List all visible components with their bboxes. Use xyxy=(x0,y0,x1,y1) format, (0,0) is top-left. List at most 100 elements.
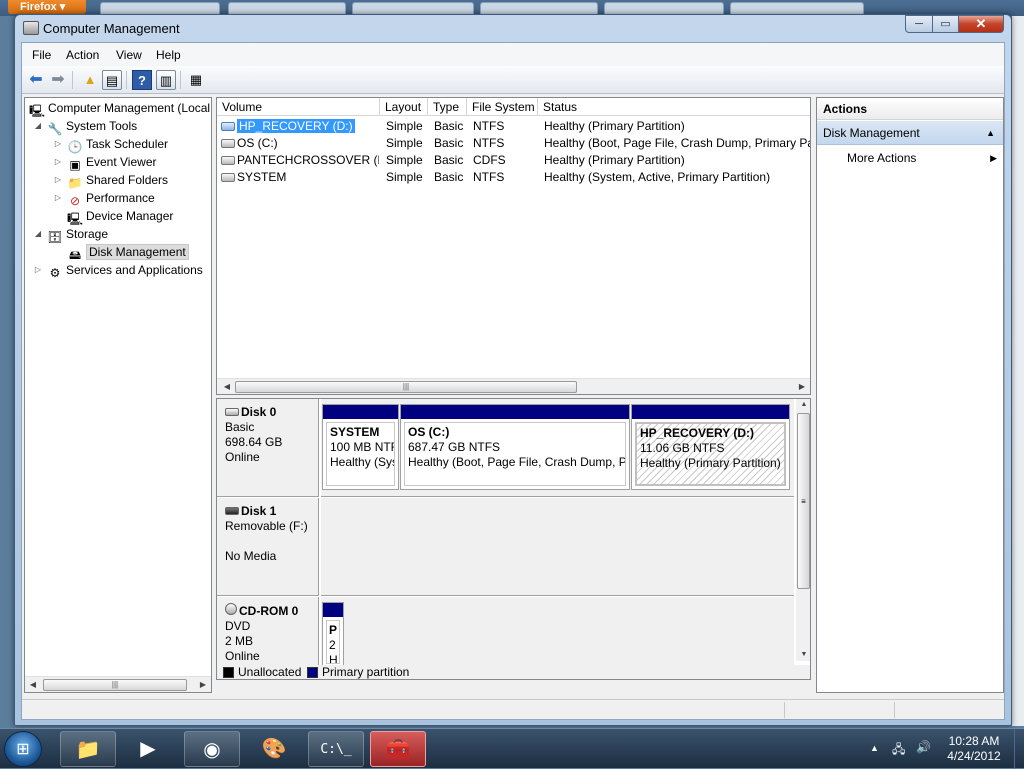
disk-label[interactable]: Disk 0 Basic 698.64 GB Online xyxy=(217,399,319,497)
tree-item-computer-management[interactable]: 🖳 Computer Management (Local xyxy=(29,99,210,118)
status-divider xyxy=(894,702,895,718)
collapse-arrow-icon[interactable]: ◢ xyxy=(33,225,43,243)
expand-arrow-icon[interactable]: ▷ xyxy=(53,153,63,171)
show-hide-action-pane-icon[interactable]: ▥ xyxy=(156,70,176,90)
up-folder-icon[interactable]: ▲ xyxy=(80,70,100,90)
tree-item-performance[interactable]: ⊘ Performance xyxy=(67,189,155,208)
more-actions-item[interactable]: More Actions ▶ xyxy=(847,149,1003,167)
column-header-volume[interactable]: Volume xyxy=(217,98,380,116)
tools-icon: 🔧 xyxy=(47,122,63,136)
disk-row-disk-1[interactable]: Disk 1 Removable (F:) No Media xyxy=(217,498,794,596)
scroll-left-icon[interactable]: ◀ xyxy=(219,379,235,394)
menu-view[interactable]: View xyxy=(116,48,142,62)
tree-item-event-viewer[interactable]: ▣ Event Viewer xyxy=(67,153,157,172)
tree-item-system-tools[interactable]: 🔧 System Tools xyxy=(47,117,138,136)
status-bar xyxy=(22,699,1004,719)
network-icon[interactable]: 🖧 xyxy=(892,740,905,761)
expand-arrow-icon[interactable]: ▷ xyxy=(53,189,63,207)
scrollbar-thumb[interactable]: ||| xyxy=(235,381,577,393)
properties-icon[interactable]: ▦ xyxy=(186,70,206,90)
clock-icon: 🕒 xyxy=(67,140,83,154)
back-arrow-icon[interactable]: ⬅ xyxy=(26,70,46,90)
column-header-type[interactable]: Type xyxy=(428,98,467,116)
scroll-right-icon[interactable]: ▶ xyxy=(195,677,211,693)
media-player-icon[interactable]: ▶ xyxy=(120,731,176,767)
volume-list-horizontal-scrollbar[interactable]: ◀ ||| ▶ xyxy=(217,378,810,394)
tree-item-task-scheduler[interactable]: 🕒 Task Scheduler xyxy=(67,135,169,154)
expand-arrow-icon[interactable]: ▷ xyxy=(33,261,43,279)
disk-label[interactable]: CD-ROM 0 DVD 2 MB Online xyxy=(217,597,319,665)
tree-item-shared-folders[interactable]: 📁 Shared Folders xyxy=(67,171,169,190)
maximize-button[interactable]: ▭ xyxy=(932,15,959,33)
volume-file-system: NTFS xyxy=(473,136,505,150)
table-row[interactable]: HP_RECOVERY (D:) Simple Basic NTFS Healt… xyxy=(217,118,810,135)
scroll-down-icon[interactable]: ▼ xyxy=(796,649,810,661)
cmd-icon[interactable]: C:\_ xyxy=(308,731,364,767)
computer-management-icon[interactable]: 🧰 xyxy=(370,731,426,767)
column-header-file-system[interactable]: File System xyxy=(467,98,538,116)
disk-view-vertical-scrollbar[interactable]: ▲ ≡ ▼ xyxy=(796,399,810,661)
tree-item-services-and-applications[interactable]: ⚙ Services and Applications xyxy=(47,261,203,280)
partition-cd[interactable]: P 2 H xyxy=(322,602,344,668)
scroll-left-icon[interactable]: ◀ xyxy=(25,677,41,693)
minimize-button[interactable]: ─ xyxy=(905,15,933,33)
scrollbar-thumb[interactable]: ≡ xyxy=(797,413,810,589)
explorer-icon[interactable]: 📁 xyxy=(60,731,116,767)
disk-label[interactable]: Disk 1 Removable (F:) No Media xyxy=(217,498,319,596)
volume-name: OS (C:) xyxy=(237,136,278,150)
partition-system[interactable]: SYSTEM 100 MB NTF Healthy (Sys xyxy=(322,404,399,490)
volume-layout: Simple xyxy=(386,170,423,184)
clock-time: 10:28 AM xyxy=(948,734,1000,748)
start-button[interactable]: ⊞ xyxy=(4,731,42,767)
tree-item-label: Task Scheduler xyxy=(86,137,169,151)
volume-layout: Simple xyxy=(386,153,423,167)
show-desktop-button[interactable] xyxy=(1014,729,1024,769)
legend-label: Unallocated xyxy=(238,665,302,679)
disk-row-disk-0[interactable]: Disk 0 Basic 698.64 GB Online SYSTEM 100… xyxy=(217,399,794,497)
partition-os[interactable]: OS (C:) 687.47 GB NTFS Healthy (Boot, Pa… xyxy=(400,404,630,490)
collapse-arrow-icon[interactable]: ◢ xyxy=(33,117,43,135)
volume-name: SYSTEM xyxy=(237,170,287,184)
paint-icon[interactable]: 🎨 xyxy=(246,731,302,767)
forward-arrow-icon[interactable]: ➡ xyxy=(48,70,68,90)
actions-section-disk-management[interactable]: Disk Management ▲ xyxy=(817,121,1003,145)
volume-type: Basic xyxy=(434,119,464,133)
close-button[interactable]: ✕ xyxy=(958,15,1004,33)
scroll-right-icon[interactable]: ▶ xyxy=(794,379,810,394)
storage-icon: 🗄 xyxy=(47,230,63,244)
partition-hp-recovery[interactable]: HP_RECOVERY (D:) 11.06 GB NTFS Healthy (… xyxy=(631,404,790,490)
disk-row-cd-rom-0[interactable]: CD-ROM 0 DVD 2 MB Online P 2 H xyxy=(217,597,794,668)
title-bar[interactable]: Computer Management ─ ▭ ✕ xyxy=(15,15,1011,41)
volume-icon[interactable]: 🔊 xyxy=(916,740,931,754)
clock[interactable]: 10:28 AM 4/24/2012 xyxy=(944,734,1004,764)
disk-type: DVD xyxy=(225,619,251,633)
menu-file[interactable]: File xyxy=(32,48,51,62)
tree-item-label: Shared Folders xyxy=(86,173,169,187)
table-row[interactable]: SYSTEM Simple Basic NTFS Healthy (System… xyxy=(217,169,810,186)
partition-size: 100 MB NTF xyxy=(330,440,395,454)
firefox-icon[interactable]: ◉ xyxy=(184,731,240,767)
expand-arrow-icon[interactable]: ▷ xyxy=(53,171,63,189)
menu-action[interactable]: Action xyxy=(66,48,99,62)
system-tray: ▲ 🖧 🔊 10:28 AM 4/24/2012 xyxy=(866,729,1024,769)
partition-name: HP_RECOVERY (D:) xyxy=(640,426,755,440)
tree-item-device-manager[interactable]: 🖳 Device Manager xyxy=(67,207,173,226)
tree-horizontal-scrollbar[interactable]: ◀ ||| ▶ xyxy=(25,676,211,692)
table-row[interactable]: OS (C:) Simple Basic NTFS Healthy (Boot,… xyxy=(217,135,810,152)
help-icon[interactable]: ? xyxy=(132,70,152,90)
menu-help[interactable]: Help xyxy=(156,48,181,62)
firefox-menu-button[interactable]: Firefox ▾ xyxy=(8,0,86,14)
expand-arrow-icon[interactable]: ▷ xyxy=(53,135,63,153)
menu-bar: File Action View Help xyxy=(22,43,1004,66)
scrollbar-thumb[interactable]: ||| xyxy=(43,679,187,691)
tree-item-label: Event Viewer xyxy=(86,155,157,169)
table-row[interactable]: PANTECHCROSSOVER (E:) Simple Basic CDFS … xyxy=(217,152,810,169)
tree-item-storage[interactable]: 🗄 Storage xyxy=(47,225,108,244)
volume-name: PANTECHCROSSOVER (E:) xyxy=(237,153,379,167)
column-header-layout[interactable]: Layout xyxy=(380,98,428,116)
show-hide-tree-icon[interactable]: ▤ xyxy=(102,70,122,90)
tree-item-disk-management[interactable]: 🖴 Disk Management xyxy=(67,243,189,262)
column-header-status[interactable]: Status xyxy=(538,98,810,116)
scroll-up-icon[interactable]: ▲ xyxy=(796,399,810,411)
show-hidden-icons-icon[interactable]: ▲ xyxy=(870,743,879,753)
